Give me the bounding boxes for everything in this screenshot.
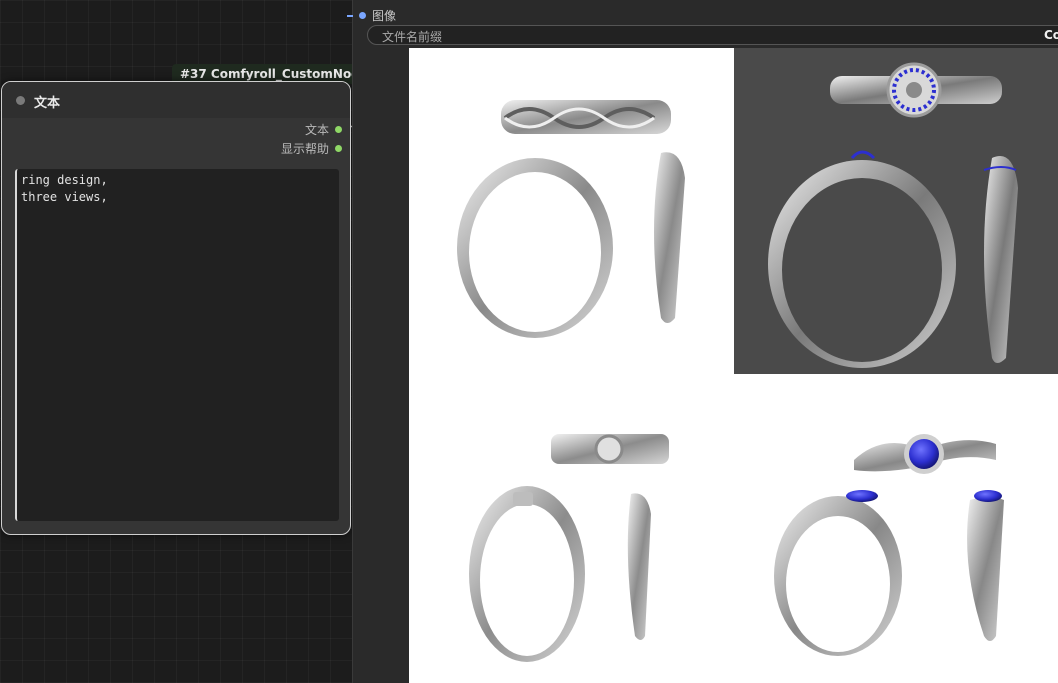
filename-prefix-value: Co	[1044, 28, 1058, 42]
output-show-help[interactable]: 显示帮助	[281, 140, 342, 156]
input-slot-icon[interactable]	[359, 12, 366, 19]
collapse-dot-icon[interactable]	[16, 96, 25, 105]
preview-image[interactable]	[409, 374, 734, 683]
text-input-area[interactable]: ring design, three views,	[15, 169, 339, 521]
input-label: 图像	[372, 9, 397, 23]
image-preview-grid	[409, 48, 1058, 683]
output-text[interactable]: 文本	[305, 121, 342, 137]
filename-prefix-label: 文件名前缀	[382, 30, 443, 44]
text-node[interactable]: 文本 文本 显示帮助 ring design, three views,	[1, 81, 351, 535]
preview-image[interactable]	[734, 48, 1058, 374]
filename-prefix-field[interactable]: 文件名前缀 Co	[367, 25, 1058, 45]
preview-image-node[interactable]: 图像 文件名前缀 Co	[347, 0, 1058, 683]
node-header[interactable]: 文本	[2, 82, 350, 118]
preview-image[interactable]	[734, 374, 1058, 683]
input-wire-stub	[347, 14, 353, 17]
input-image[interactable]: 图像	[347, 7, 396, 24]
node-title: 文本	[34, 96, 61, 111]
output-label: 显示帮助	[280, 141, 329, 156]
output-slot-icon[interactable]	[335, 125, 342, 133]
output-label: 文本	[304, 122, 329, 137]
graph-canvas[interactable]: #37 Comfyroll_CustomNodes 文本 文本 显示帮助 rin…	[0, 0, 1058, 683]
preview-image[interactable]	[409, 48, 734, 374]
output-slot-icon[interactable]	[335, 144, 342, 152]
